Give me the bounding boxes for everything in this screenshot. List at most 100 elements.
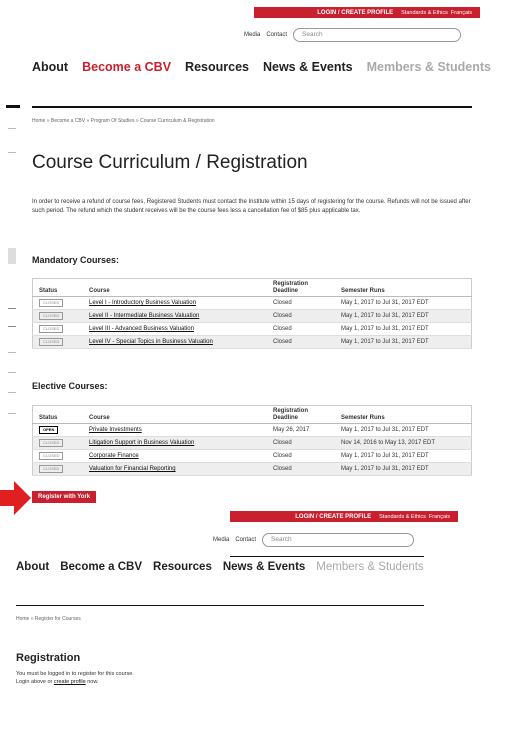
elective-courses-table: Status Course Registration Deadline Seme… bbox=[32, 405, 472, 476]
nav-news-events[interactable]: News & Events bbox=[263, 60, 353, 74]
deadline-text: Closed bbox=[273, 453, 292, 459]
semester-text: May 1, 2017 to Jul 31, 2017 EDT bbox=[341, 313, 429, 319]
semester-text: Nov 14, 2016 to May 13, 2017 EDT bbox=[341, 440, 436, 446]
nav-resources[interactable]: Resources bbox=[153, 561, 212, 573]
course-link[interactable]: Level III - Advanced Business Valuation bbox=[89, 326, 194, 332]
table-row: CLOSED Litigation Support in Business Val… bbox=[32, 436, 472, 450]
nav-become-cbv[interactable]: Become a CBV bbox=[60, 561, 142, 573]
col-deadline: Registration Deadline bbox=[267, 278, 335, 297]
registration-title: Registration bbox=[16, 652, 81, 664]
deadline-text: Closed bbox=[273, 466, 292, 472]
col-course: Course bbox=[83, 278, 267, 297]
mandatory-courses-table: Status Course Registration Deadline Seme… bbox=[32, 278, 472, 349]
create-profile-link[interactable]: create profile bbox=[54, 679, 86, 685]
francais-link[interactable]: Français bbox=[451, 10, 472, 16]
col-course: Course bbox=[83, 405, 267, 424]
nav-about[interactable]: About bbox=[16, 561, 49, 573]
status-cell: CLOSED bbox=[32, 462, 83, 476]
standards-link[interactable]: Standards & Ethics bbox=[401, 10, 448, 16]
course-link[interactable]: Level I - Introductory Business Valuatio… bbox=[89, 300, 196, 306]
left-margin-mark bbox=[8, 308, 16, 309]
francais-link[interactable]: Français bbox=[429, 514, 450, 520]
top-utility-bar-2: LOGIN / CREATE PROFILE Standards & Ethic… bbox=[230, 511, 458, 522]
course-cell: Level III - Advanced Business Valuation bbox=[83, 322, 267, 336]
semester-text: May 1, 2017 to Jul 31, 2017 EDT bbox=[341, 466, 429, 472]
standards-link[interactable]: Standards & Ethics bbox=[379, 514, 426, 520]
semester-text: May 1, 2017 to Jul 31, 2017 EDT bbox=[341, 300, 429, 306]
status-badge: CLOSED bbox=[39, 338, 64, 346]
deadline-cell: Closed bbox=[267, 322, 335, 336]
course-cell: Litigation Support in Business Valuation bbox=[83, 436, 267, 450]
status-cell: CLOSED bbox=[32, 309, 83, 323]
search-input[interactable]: Search bbox=[293, 28, 462, 42]
course-link[interactable]: Corporate Finance bbox=[89, 453, 139, 459]
status-badge: CLOSED bbox=[39, 299, 64, 307]
status-badge: CLOSED bbox=[39, 325, 64, 333]
col-deadline: Registration Deadline bbox=[267, 405, 335, 424]
left-margin-mark bbox=[8, 352, 16, 353]
contact-link[interactable]: Contact bbox=[235, 537, 256, 543]
semester-text: May 1, 2017 to Jul 31, 2017 EDT bbox=[341, 339, 429, 345]
left-margin-mark bbox=[8, 128, 16, 129]
status-badge: CLOSED bbox=[39, 312, 64, 320]
nav-resources[interactable]: Resources bbox=[185, 60, 249, 74]
deadline-cell: Closed bbox=[267, 436, 335, 450]
mandatory-table-body: CLOSED Level I - Introductory Business Va… bbox=[32, 296, 472, 349]
login-link[interactable]: LOGIN / CREATE PROFILE bbox=[317, 10, 393, 16]
media-link[interactable]: Media bbox=[244, 32, 260, 38]
search-input[interactable]: Search bbox=[262, 533, 415, 547]
elective-heading: Elective Courses: bbox=[32, 381, 108, 391]
deadline-text: Closed bbox=[273, 326, 292, 332]
table-row: CLOSED Level III - Advanced Business Valu… bbox=[32, 322, 472, 336]
status-cell: CLOSED bbox=[32, 449, 83, 463]
nav-members-students[interactable]: Members & Students bbox=[367, 60, 491, 74]
login-link[interactable]: LOGIN / CREATE PROFILE bbox=[295, 514, 371, 520]
left-margin-mark bbox=[8, 248, 16, 264]
status-badge: CLOSED bbox=[39, 439, 64, 447]
deadline-cell: Closed bbox=[267, 296, 335, 310]
semester-text: May 1, 2017 to Jul 31, 2017 EDT bbox=[341, 326, 429, 332]
login-required-text: You must be logged in to register for th… bbox=[16, 671, 134, 677]
status-cell: CLOSED bbox=[32, 322, 83, 336]
semester-text: May 1, 2017 to Jul 31, 2017 EDT bbox=[341, 427, 429, 433]
register-with-york-button[interactable]: Register with York bbox=[32, 491, 97, 503]
nav-divider bbox=[32, 106, 472, 108]
red-arrow-icon bbox=[0, 481, 31, 515]
semester-cell: May 1, 2017 to Jul 31, 2017 EDT bbox=[335, 309, 472, 323]
course-cell: Level IV - Special Topics in Business Va… bbox=[83, 335, 267, 349]
utility-links-2: Media Contact Search bbox=[213, 533, 415, 547]
table-row: CLOSED Level II - Intermediate Business V… bbox=[32, 309, 472, 323]
semester-cell: May 1, 2017 to Jul 31, 2017 EDT bbox=[335, 296, 472, 310]
left-margin-mark bbox=[8, 372, 16, 373]
course-link[interactable]: Private Investments bbox=[89, 427, 142, 433]
course-link[interactable]: Valuation for Financial Reporting bbox=[89, 466, 176, 472]
status-cell: CLOSED bbox=[32, 296, 83, 310]
nav-news-events[interactable]: News & Events bbox=[223, 561, 305, 573]
page-title: Course Curriculum / Registration bbox=[32, 152, 308, 173]
course-cell: Level II - Intermediate Business Valuati… bbox=[83, 309, 267, 323]
table-row: CLOSED Level IV - Special Topics in Busin… bbox=[32, 335, 472, 349]
col-semester: Semester Runs bbox=[335, 278, 472, 297]
status-cell: CLOSED bbox=[32, 436, 83, 450]
status-badge: CLOSED bbox=[39, 452, 64, 460]
course-link[interactable]: Level IV - Special Topics in Business Va… bbox=[89, 339, 213, 345]
col-semester: Semester Runs bbox=[335, 405, 472, 424]
semester-cell: May 1, 2017 to Jul 31, 2017 EDT bbox=[335, 462, 472, 476]
semester-cell: May 1, 2017 to Jul 31, 2017 EDT bbox=[335, 322, 472, 336]
nav-about[interactable]: About bbox=[32, 60, 68, 74]
deadline-cell: Closed bbox=[267, 335, 335, 349]
login-instruction: Login above or create profile now. bbox=[16, 679, 99, 685]
table-row: CLOSED Level I - Introductory Business Va… bbox=[32, 296, 472, 310]
contact-link[interactable]: Contact bbox=[266, 32, 287, 38]
course-link[interactable]: Level II - Intermediate Business Valuati… bbox=[89, 313, 199, 319]
media-link[interactable]: Media bbox=[213, 537, 229, 543]
nav-become-cbv[interactable]: Become a CBV bbox=[82, 60, 171, 74]
nav-divider-2 bbox=[16, 605, 424, 606]
status-badge: OPEN bbox=[39, 426, 59, 434]
left-margin-mark bbox=[8, 413, 16, 414]
course-link[interactable]: Litigation Support in Business Valuation bbox=[89, 440, 194, 446]
deadline-cell: Closed bbox=[267, 449, 335, 463]
mandatory-heading: Mandatory Courses: bbox=[32, 255, 120, 265]
utility-links: Media Contact Search bbox=[244, 28, 462, 42]
nav-members-students[interactable]: Members & Students bbox=[316, 561, 423, 573]
